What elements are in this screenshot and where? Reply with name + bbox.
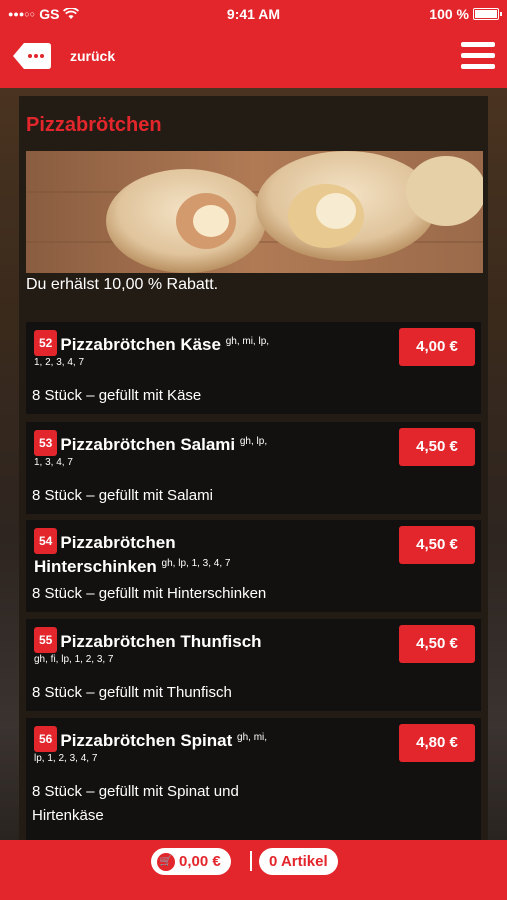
item-title: 54 Pizzabrötchen Hinterschinken gh, lp, 1…: [34, 528, 394, 579]
item-description: 8 Stück – gefüllt mit Salami: [32, 487, 213, 504]
item-title: 52 Pizzabrötchen Käse gh, mi, lp, 1, 2, 3…: [34, 330, 394, 371]
item-name: Pizzabrötchen Käse: [60, 335, 221, 354]
status-right: 100 %: [429, 6, 502, 22]
item-title: 56 Pizzabrötchen Spinat gh, mi, lp, 1, 2,…: [34, 726, 394, 767]
item-description: 8 Stück – gefüllt mit Hinterschinken: [32, 585, 267, 602]
item-description: 8 Stück – gefüllt mit Käse: [32, 387, 202, 404]
item-allergens-cont: 1, 3, 4, 7: [34, 457, 73, 468]
item-description-line2: Hirtenkäse: [32, 807, 104, 824]
item-description: 8 Stück – gefüllt mit Thunfisch: [32, 684, 232, 701]
item-title: 53 Pizzabrötchen Salami gh, lp, 1, 3, 4, …: [34, 430, 394, 471]
back-arrow-icon: [13, 43, 51, 69]
item-allergens: gh, lp, 1, 3, 4, 7: [161, 558, 231, 569]
item-name: Pizzabrötchen Salami: [60, 435, 236, 454]
status-bar: ●●●○○ GS 9:41 AM 100 %: [0, 0, 507, 28]
menu-item[interactable]: 53 Pizzabrötchen Salami gh, lp, 1, 3, 4, …: [26, 422, 481, 514]
back-label: zurück: [70, 48, 116, 64]
navbar: zurück: [0, 28, 507, 88]
battery-icon: [473, 8, 502, 20]
cart-count: 0 Artikel: [269, 853, 328, 870]
cart-total-button[interactable]: 🛒 0,00 €: [151, 848, 231, 875]
add-to-cart-button[interactable]: 4,50 €: [399, 526, 475, 564]
item-allergens: gh, mi, lp,: [225, 336, 270, 347]
item-number-badge: 54: [34, 528, 58, 554]
item-allergens-cont: 1, 2, 3, 4, 7: [34, 357, 85, 368]
cart-total: 0,00 €: [179, 853, 221, 870]
item-name-cont: Hinterschinken: [34, 557, 157, 576]
item-number-badge: 56: [34, 726, 58, 752]
add-to-cart-button[interactable]: 4,50 €: [399, 625, 475, 663]
item-number-badge: 53: [34, 430, 58, 456]
discount-text: Du erhälst 10,00 % Rabatt.: [26, 276, 219, 293]
menu-item[interactable]: 56 Pizzabrötchen Spinat gh, mi, lp, 1, 2,…: [26, 718, 481, 840]
divider: [250, 851, 252, 871]
item-description-line1: 8 Stück – gefüllt mit Spinat und: [32, 783, 239, 800]
item-number-badge: 55: [34, 627, 58, 653]
item-number-badge: 52: [34, 330, 58, 356]
menu-item[interactable]: 52 Pizzabrötchen Käse gh, mi, lp, 1, 2, 3…: [26, 322, 481, 414]
back-button[interactable]: zurück: [12, 42, 115, 70]
item-allergens: gh, fi, lp, 1, 2, 3, 7: [34, 654, 114, 665]
battery-label: 100 %: [429, 6, 469, 22]
category-image: [26, 151, 483, 273]
item-allergens-cont: lp, 1, 2, 3, 4, 7: [34, 753, 98, 764]
cart-icon: 🛒: [157, 852, 175, 871]
item-title: 55 Pizzabrötchen Thunfisch gh, fi, lp, 1,…: [34, 627, 394, 668]
category-panel: Pizzabrötchen Du erhälst 10,00 % Rabatt.: [19, 96, 488, 840]
hamburger-menu-icon[interactable]: [461, 42, 495, 72]
item-allergens: gh, mi,: [237, 732, 268, 743]
item-description: 8 Stück – gefüllt mit Spinat und Hirtenk…: [32, 780, 392, 828]
bottom-bar: 🛒 0,00 € 0 Artikel: [0, 840, 507, 900]
item-allergens: gh, lp,: [239, 436, 268, 447]
add-to-cart-button[interactable]: 4,50 €: [399, 428, 475, 466]
item-name: Pizzabrötchen: [60, 533, 176, 552]
menu-item[interactable]: 54 Pizzabrötchen Hinterschinken gh, lp, 1…: [26, 520, 481, 612]
item-name: Pizzabrötchen Spinat: [60, 731, 233, 750]
add-to-cart-button[interactable]: 4,00 €: [399, 328, 475, 366]
item-name: Pizzabrötchen Thunfisch: [60, 632, 262, 651]
cart-count-button[interactable]: 0 Artikel: [259, 848, 338, 875]
menu-item[interactable]: 55 Pizzabrötchen Thunfisch gh, fi, lp, 1,…: [26, 619, 481, 711]
add-to-cart-button[interactable]: 4,80 €: [399, 724, 475, 762]
category-title: Pizzabrötchen: [26, 114, 162, 136]
